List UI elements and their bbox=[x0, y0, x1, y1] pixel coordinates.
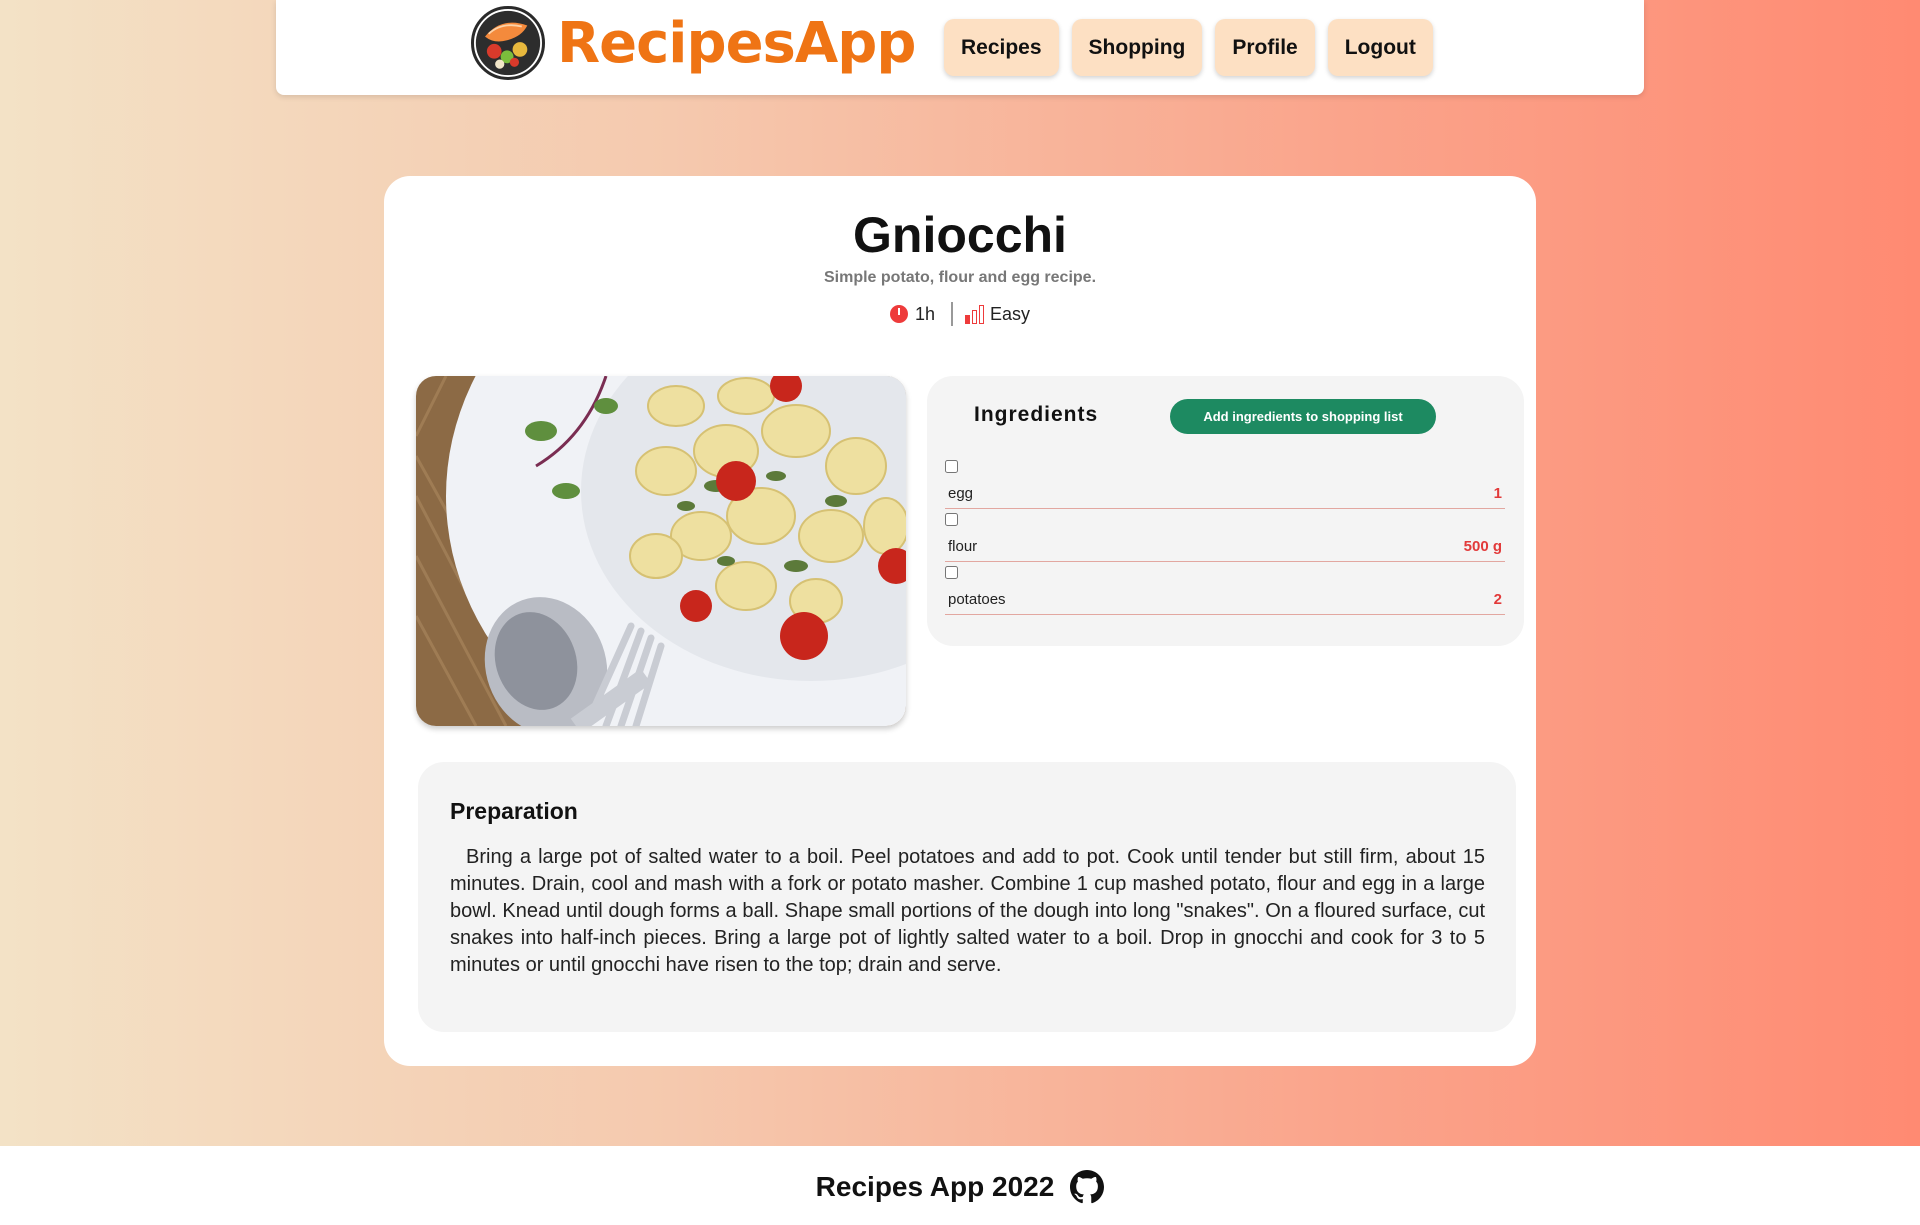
recipe-subtitle: Simple potato, flour and egg recipe. bbox=[823, 269, 1097, 286]
ingredient-checkbox[interactable] bbox=[945, 460, 958, 473]
difficulty-icon bbox=[965, 304, 984, 324]
preparation-panel: Preparation Bring a large pot of salted … bbox=[418, 762, 1516, 1032]
nav-profile-button[interactable]: Profile bbox=[1215, 19, 1315, 76]
brand[interactable]: RecipesApp bbox=[471, 6, 916, 80]
github-icon[interactable] bbox=[1070, 1170, 1105, 1204]
ingredient-name: flour bbox=[948, 538, 978, 555]
ingredient-row: potatoes 2 bbox=[945, 562, 1505, 615]
ingredients-list: egg 1 flour 500 g potatoes 2 bbox=[945, 456, 1505, 615]
ingredients-title: Ingredients bbox=[974, 403, 1099, 426]
nav-recipes-button[interactable]: Recipes bbox=[944, 19, 1059, 76]
gnocchi-plate-image bbox=[416, 376, 906, 726]
ingredient-row: flour 500 g bbox=[945, 509, 1505, 562]
recipe-difficulty: Easy bbox=[990, 303, 1031, 324]
ingredient-checkbox[interactable] bbox=[945, 566, 958, 579]
preparation-title: Preparation bbox=[450, 798, 578, 824]
top-navbar: RecipesApp Recipes Shopping Profile Logo… bbox=[276, 0, 1644, 95]
ingredient-quantity: 500 g bbox=[1463, 538, 1502, 555]
footer: Recipes App 2022 bbox=[0, 1146, 1920, 1225]
ingredient-name: egg bbox=[948, 485, 974, 502]
ingredients-panel: Ingredients Add ingredients to shopping … bbox=[927, 376, 1524, 646]
recipe-photo bbox=[416, 376, 906, 726]
main-nav: Recipes Shopping Profile Logout bbox=[944, 19, 1433, 76]
clock-icon bbox=[889, 305, 908, 323]
ingredient-name: potatoes bbox=[948, 591, 1006, 608]
nav-shopping-button[interactable]: Shopping bbox=[1071, 19, 1203, 76]
recipe-time: 1h bbox=[914, 303, 935, 324]
ingredient-quantity: 2 bbox=[1493, 591, 1502, 608]
nav-logout-button[interactable]: Logout bbox=[1327, 19, 1433, 76]
ingredient-checkbox[interactable] bbox=[945, 513, 958, 526]
add-to-shopping-list-button[interactable]: Add ingredients to shopping list bbox=[1170, 399, 1436, 434]
brand-name: RecipesApp bbox=[557, 10, 916, 76]
meta-divider bbox=[951, 302, 953, 326]
footer-text: Recipes App 2022 bbox=[815, 1171, 1055, 1202]
ingredient-quantity: 1 bbox=[1493, 485, 1502, 502]
recipe-card: Gniocchi Simple potato, flour and egg re… bbox=[384, 176, 1536, 1066]
recipe-title: Gniocchi bbox=[853, 207, 1067, 263]
recipe-meta: 1h Easy bbox=[384, 302, 1536, 326]
ingredient-row: egg 1 bbox=[945, 456, 1505, 509]
logo-icon bbox=[471, 6, 545, 80]
preparation-text: Bring a large pot of salted water to a b… bbox=[450, 846, 1485, 976]
